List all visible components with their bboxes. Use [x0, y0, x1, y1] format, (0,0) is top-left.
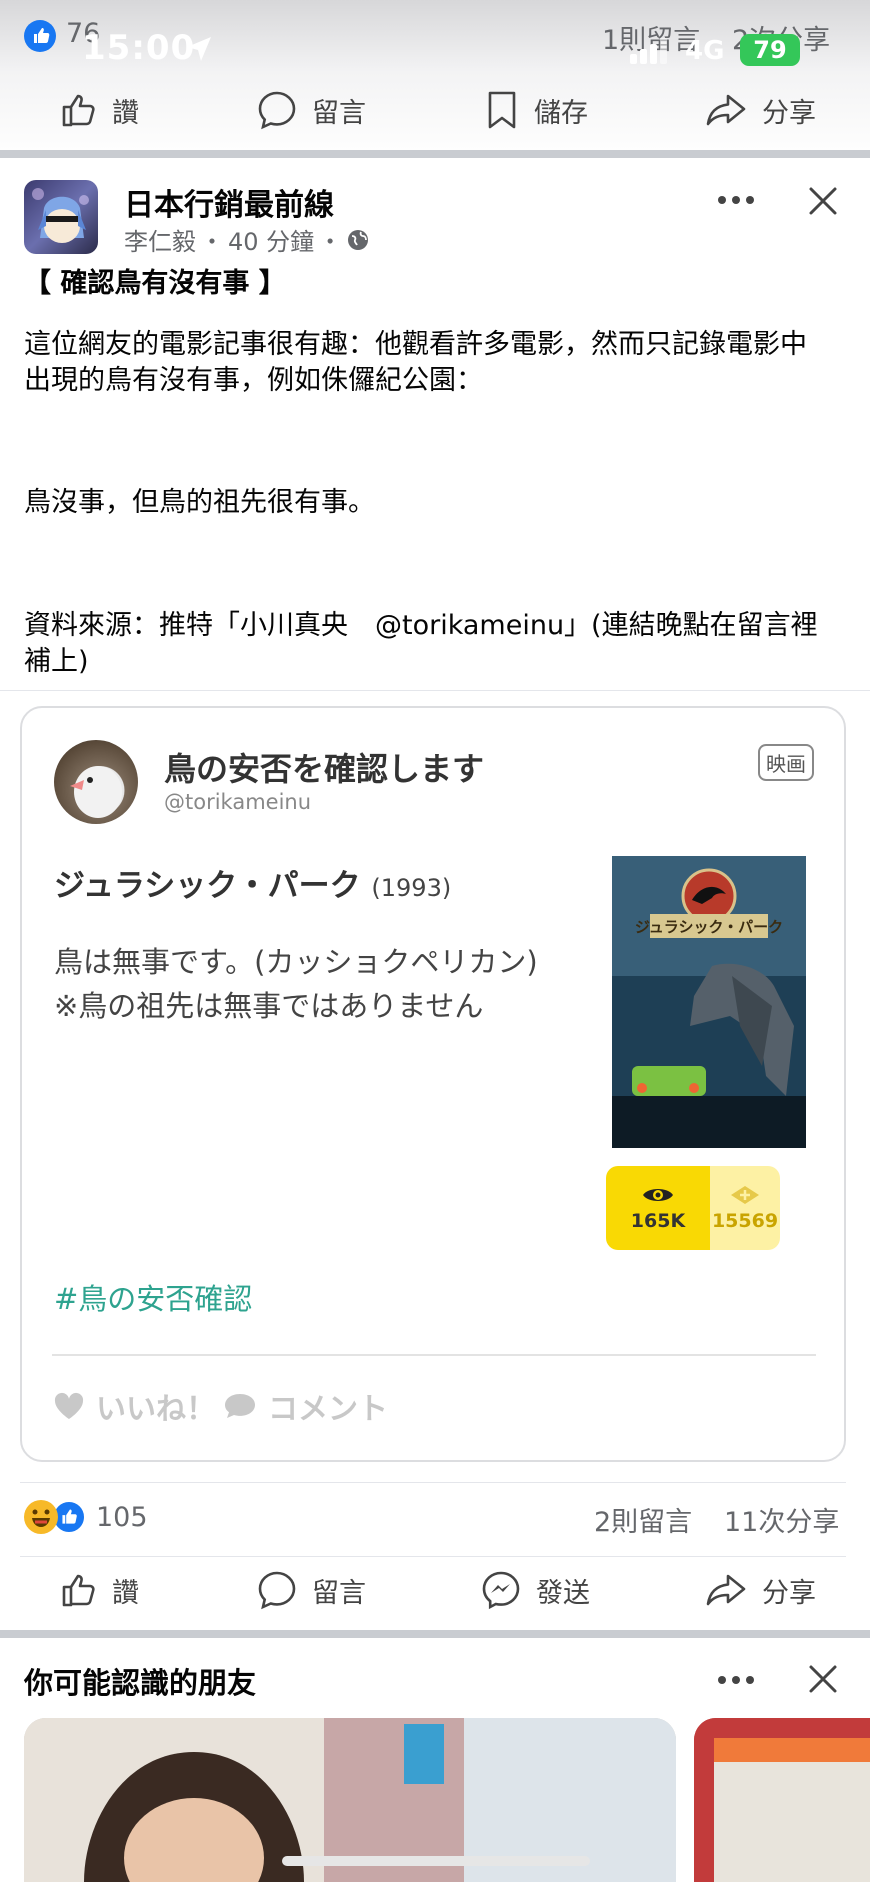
meta-dot: ・: [318, 228, 343, 256]
eye-icon: [643, 1189, 673, 1201]
reaction-count: 105: [96, 1501, 148, 1533]
card-divider: [52, 1354, 816, 1356]
post-paragraph-2: 鳥沒事，但鳥的祖先很有事。: [24, 487, 375, 518]
signal-icon: [630, 38, 670, 64]
messenger-icon: [482, 1571, 520, 1610]
clock: 15:00: [82, 28, 196, 68]
meta-dot: ・: [200, 228, 224, 256]
post-paragraph-3: 資料來源：推特「小川真央 @torikameinu」(連結晚點在留言裡 補上): [24, 610, 818, 677]
view-count: 165K: [630, 1210, 686, 1232]
movie-poster: ジュラシック・パーク: [612, 856, 806, 1148]
speech-bubble-icon: [225, 1394, 255, 1418]
more-options-icon[interactable]: [718, 1676, 754, 1684]
share-arrow-icon: [706, 94, 746, 126]
home-indicator: [282, 1856, 590, 1866]
friend-suggestion-photo-2[interactable]: [694, 1718, 870, 1882]
like-button[interactable]: 讚: [58, 1550, 139, 1630]
status-bar: 15:00 4G 79: [0, 0, 870, 80]
comment-bubble-icon: [258, 91, 296, 130]
location-arrow-icon: [187, 37, 211, 61]
movie-name: ジュラシック・パーク: [54, 868, 361, 904]
prev-comment-button[interactable]: 留言: [256, 70, 366, 150]
page-name[interactable]: 日本行銷最前線: [124, 180, 334, 224]
pymk-title: 你可能認識的朋友: [24, 1666, 257, 1700]
share-count[interactable]: 11次分享: [724, 1500, 839, 1539]
comment-label: 留言: [312, 1577, 366, 1609]
share-arrow-icon: [706, 1574, 746, 1606]
embedded-image[interactable]: 鳥の安否を確認します @torikameinu 映画 ジュラシック・パーク (1…: [20, 706, 846, 1462]
send-button[interactable]: 發送: [480, 1550, 590, 1630]
card-like: いいね！: [52, 1384, 216, 1428]
view-stats: 165K 15569: [606, 1166, 780, 1250]
comment-button[interactable]: 留言: [256, 1550, 366, 1630]
prev-save-button[interactable]: 儲存: [484, 70, 588, 150]
comment-count[interactable]: 2則留言: [594, 1500, 692, 1539]
prev-like-label: 讚: [112, 97, 139, 129]
prev-save-label: 儲存: [534, 97, 588, 129]
movie-note: 鳥は無事です。(カッショクペリカン) ※鳥の祖先は無事ではありません: [54, 945, 538, 1023]
battery-icon: 79: [740, 34, 800, 66]
views-box: 165K: [606, 1166, 710, 1250]
post-actions: 讚 留言 發送 分享: [0, 1550, 870, 1630]
points-count: 15569: [711, 1210, 779, 1232]
card-like-label: いいね！: [96, 1392, 216, 1427]
post-time[interactable]: 40 分鐘: [228, 222, 314, 257]
card-comment: コメント: [222, 1384, 388, 1428]
close-icon[interactable]: [808, 186, 838, 216]
globe-icon: [348, 229, 369, 250]
card-handle: @torikameinu: [164, 790, 312, 814]
plus-diamond-icon: [731, 1186, 759, 1204]
thumbs-up-icon: [62, 94, 95, 127]
share-button[interactable]: 分享: [704, 1550, 816, 1630]
divider: [0, 690, 870, 691]
prev-comment-label: 留言: [312, 97, 366, 129]
share-label: 分享: [762, 1577, 816, 1609]
author-name[interactable]: 李仁毅: [124, 222, 196, 257]
post-headline: 【 確認鳥有沒有事 】: [24, 268, 286, 299]
battery-level: 79: [753, 36, 787, 64]
reactions-summary[interactable]: 105: [24, 1500, 148, 1534]
card-account-name: 鳥の安否を確認します: [164, 750, 485, 788]
prev-share-label: 分享: [762, 97, 816, 129]
more-options-icon[interactable]: [718, 196, 754, 204]
section-separator: [0, 1630, 870, 1638]
bookmark-icon: [488, 91, 516, 129]
post-separator: [0, 150, 870, 158]
prev-like-button[interactable]: 讚: [58, 70, 139, 150]
heart-icon: [54, 1392, 84, 1419]
movie-title: ジュラシック・パーク (1993): [54, 860, 451, 905]
haha-reaction-icon: [24, 1500, 58, 1534]
movie-year: (1993): [371, 874, 452, 902]
category-tag: 映画: [758, 744, 814, 781]
prev-post-actions: 讚 留言 儲存 分享: [0, 70, 870, 150]
bird-avatar: [54, 740, 138, 824]
hashtag-link[interactable]: #鳥の安否確認: [54, 1276, 252, 1318]
divider: [20, 1482, 846, 1483]
card-comment-label: コメント: [268, 1392, 388, 1427]
prev-share-button[interactable]: 分享: [704, 70, 816, 150]
poster-title: ジュラシック・パーク: [635, 918, 783, 936]
comment-bubble-icon: [258, 1571, 296, 1610]
close-icon[interactable]: [808, 1664, 838, 1694]
network-type: 4G: [685, 36, 725, 66]
send-label: 發送: [536, 1577, 590, 1609]
post-paragraph-1: 這位網友的電影記事很有趣：他觀看許多電影，然而只記錄電影中 出現的鳥有沒有事，例…: [24, 329, 807, 396]
thumbs-up-icon: [62, 1574, 95, 1607]
post-meta: 李仁毅 ・ 40 分鐘 ・: [124, 222, 370, 257]
page-avatar[interactable]: [24, 180, 98, 254]
like-label: 讚: [112, 1577, 139, 1609]
points-box: 15569: [710, 1166, 780, 1250]
